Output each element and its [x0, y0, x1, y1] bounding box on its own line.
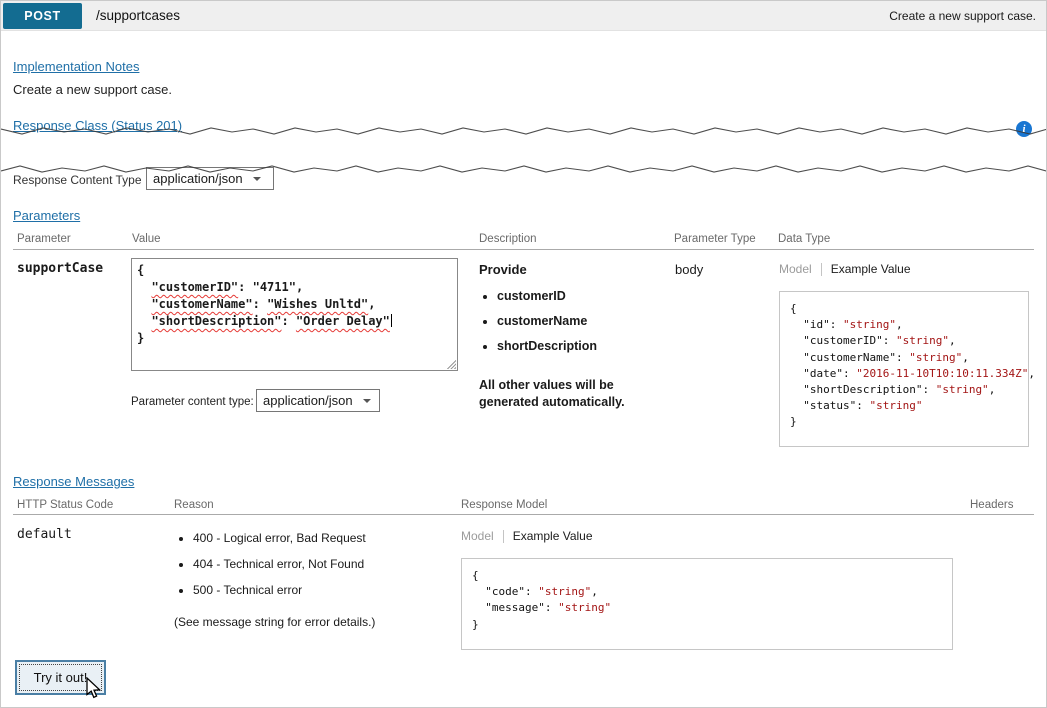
chevron-down-icon	[253, 177, 261, 185]
data-type-tabs: Model Example Value	[779, 262, 911, 276]
description-list: customerID customerName shortDescription	[483, 289, 597, 364]
description-item: shortDescription	[497, 339, 597, 353]
description-item: customerID	[497, 289, 597, 303]
data-type-example-box: { "id": "string", "customerID": "string"…	[779, 291, 1029, 447]
description-intro: Provide	[479, 262, 527, 277]
col-headers: Headers	[970, 499, 1013, 511]
try-it-out-button[interactable]: Try it out!	[15, 660, 106, 695]
parameter-content-type-select[interactable]: application/json	[256, 389, 380, 412]
response-example-box: { "code": "string", "message": "string"}	[461, 558, 953, 650]
tab-example-value[interactable]: Example Value	[513, 529, 593, 543]
response-content-type-value: application/json	[153, 171, 243, 186]
col-data-type: Data Type	[778, 233, 830, 245]
tab-model[interactable]: Model	[779, 262, 812, 276]
parameter-content-type-value: application/json	[263, 393, 353, 408]
parameter-body-textarea[interactable]: { "customerID": "4711", "customerName": …	[131, 258, 458, 371]
chevron-down-icon	[363, 399, 371, 407]
operation-header[interactable]: POST /supportcases Create a new support …	[1, 1, 1046, 31]
tab-example-value[interactable]: Example Value	[831, 262, 911, 276]
col-reason: Reason	[174, 499, 214, 511]
col-description: Description	[479, 233, 537, 245]
resize-handle[interactable]	[445, 358, 456, 369]
operation-summary: Create a new support case.	[889, 1, 1036, 31]
tab-model[interactable]: Model	[461, 529, 494, 543]
http-method-badge[interactable]: POST	[3, 3, 82, 29]
col-response-model: Response Model	[461, 499, 547, 511]
swagger-operation-panel: POST /supportcases Create a new support …	[0, 0, 1047, 708]
parameters-header-rule	[13, 249, 1034, 250]
response-class-heading: Response Class (Status 201)	[13, 118, 182, 133]
response-status-code: default	[17, 527, 72, 542]
info-icon[interactable]: i	[1016, 121, 1032, 137]
implementation-notes-text: Create a new support case.	[13, 82, 172, 97]
tab-divider	[503, 530, 504, 543]
description-item: customerName	[497, 314, 597, 328]
col-value: Value	[132, 233, 161, 245]
reason-list: 400 - Logical error, Bad Request 404 - T…	[179, 531, 366, 609]
reason-item: 500 - Technical error	[193, 583, 366, 597]
operation-path[interactable]: /supportcases	[96, 1, 180, 31]
response-header-rule	[13, 514, 1034, 515]
tab-divider	[821, 263, 822, 276]
response-content-type-label: Response Content Type	[13, 173, 142, 187]
response-model-tabs: Model Example Value	[461, 529, 593, 543]
col-http-status-code: HTTP Status Code	[17, 499, 113, 511]
col-parameter-type: Parameter Type	[674, 233, 756, 245]
col-parameter: Parameter	[17, 233, 71, 245]
parameter-type-value: body	[675, 262, 703, 277]
reason-note: (See message string for error details.)	[174, 615, 375, 629]
implementation-notes-heading: Implementation Notes	[13, 59, 139, 74]
response-content-type-select[interactable]: application/json	[146, 167, 274, 190]
parameter-name: supportCase	[17, 261, 103, 276]
reason-item: 400 - Logical error, Bad Request	[193, 531, 366, 545]
parameter-content-type-label: Parameter content type:	[131, 396, 254, 408]
reason-item: 404 - Technical error, Not Found	[193, 557, 366, 571]
response-messages-heading: Response Messages	[13, 474, 134, 489]
description-note: All other values will be generated autom…	[479, 377, 657, 411]
parameters-heading: Parameters	[13, 208, 80, 223]
